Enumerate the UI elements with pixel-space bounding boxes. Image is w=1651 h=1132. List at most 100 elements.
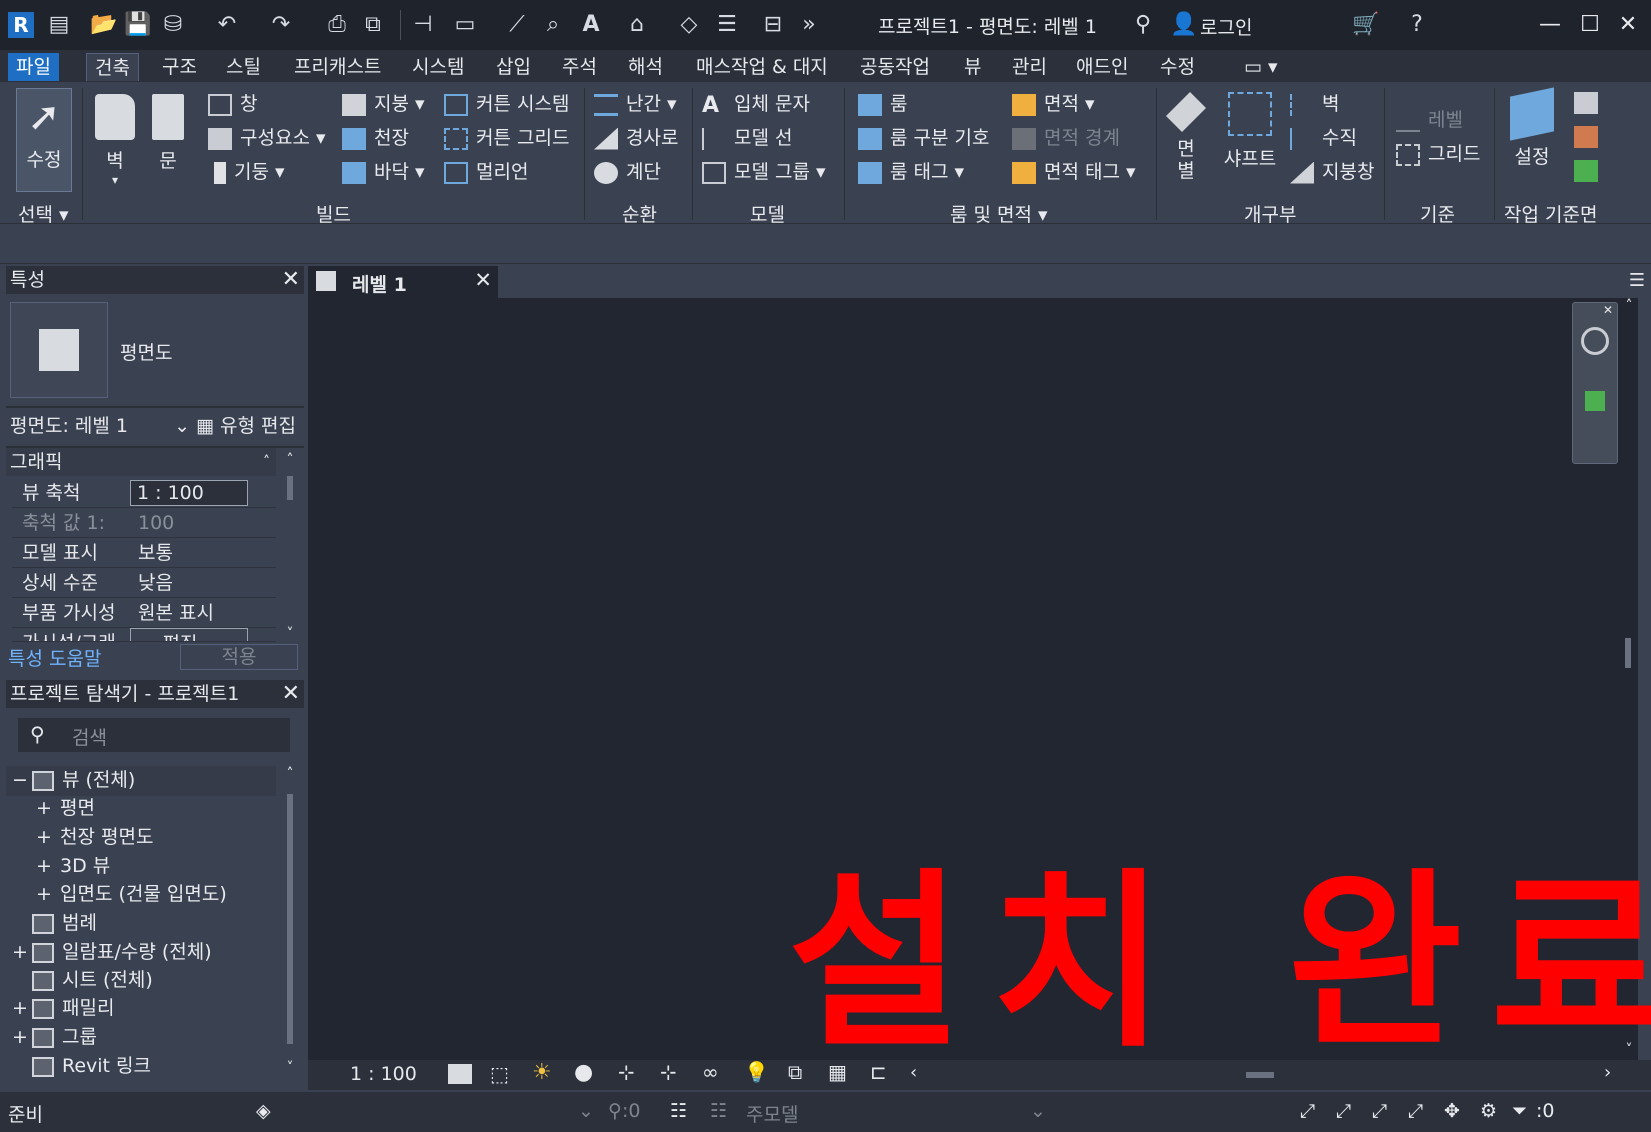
binoculars-icon[interactable]: ⚲ xyxy=(1130,12,1156,38)
tab-collaborate[interactable]: 공동작업 xyxy=(852,53,938,81)
highlight-displacement-icon[interactable]: ⊏ xyxy=(870,1060,887,1084)
section-icon[interactable]: ◇ xyxy=(676,12,702,38)
prop-value[interactable]: 1 : 100 xyxy=(130,480,248,506)
drawing-canvas[interactable]: 설치 완료 ✕ ˄ ˅ xyxy=(308,298,1651,1073)
wall-opening-tool[interactable]: 벽 xyxy=(1290,92,1339,116)
visual-style-icon[interactable]: ⬚ xyxy=(490,1062,509,1086)
text-icon[interactable]: A xyxy=(578,12,604,38)
curtain-system-tool[interactable]: 커튼 시스템 xyxy=(444,92,569,116)
prop-row[interactable]: 모델 표시 보통 xyxy=(12,538,276,568)
ramp-tool[interactable]: 경사로 xyxy=(594,126,678,150)
prop-row[interactable]: 뷰 축척 1 : 100 xyxy=(12,478,276,508)
ref-plane-icon[interactable] xyxy=(1574,126,1598,148)
tab-menu-icon[interactable]: ☰ xyxy=(1629,270,1645,291)
tab-file[interactable]: 파일 xyxy=(8,53,59,81)
tree-toggle[interactable]: + xyxy=(36,823,60,851)
select-links-icon[interactable]: ⤢ xyxy=(1300,1100,1315,1122)
steering-wheel-icon[interactable] xyxy=(1581,327,1609,355)
detail-level-icon[interactable] xyxy=(448,1064,472,1084)
select-underlay-icon[interactable]: ⤢ xyxy=(1336,1100,1351,1122)
component-tool[interactable]: 구성요소 ▾ xyxy=(208,126,326,150)
show-crop-icon[interactable]: ⊹ xyxy=(660,1060,677,1084)
railing-tool[interactable]: 난간 ▾ xyxy=(594,92,677,116)
tree-toggle[interactable]: + xyxy=(12,1023,32,1051)
by-face-button[interactable]: 면 별 xyxy=(1164,88,1208,182)
shadows-icon[interactable]: ● xyxy=(574,1060,593,1085)
scroll-left-icon[interactable]: ‹ xyxy=(910,1062,917,1083)
tree-item-elevations[interactable]: + 입면도 (건물 입면도) xyxy=(36,880,227,908)
model-text-tool[interactable]: A 입체 문자 xyxy=(702,92,810,117)
tab-view[interactable]: 뷰 xyxy=(956,53,989,81)
room-separator-tool[interactable]: 룸 구분 기호 xyxy=(858,126,989,150)
cart-icon[interactable]: 🛒 xyxy=(1352,12,1379,38)
view-type-selector[interactable]: 평면도: 레벨 1 ⌄ xyxy=(10,412,190,440)
tab-systems[interactable]: 시스템 xyxy=(404,53,472,81)
stair-tool[interactable]: 계단 xyxy=(594,160,661,184)
close-button[interactable]: ✕ xyxy=(1608,8,1648,42)
edit-type-button[interactable]: ▦ 유형 편집 xyxy=(196,412,296,440)
redo-icon[interactable]: ↷ xyxy=(268,12,294,38)
vertical-scrollbar[interactable]: ˄ ˅ xyxy=(1620,298,1638,1060)
graphics-group-header[interactable]: 그래픽 ˄ xyxy=(6,448,276,476)
tab-insert[interactable]: 삽입 xyxy=(488,53,539,81)
export-icon[interactable]: ⧉ xyxy=(360,12,386,38)
tree-item-ceiling-plans[interactable]: + 천장 평면도 xyxy=(36,823,153,851)
home-icon[interactable]: ▤ xyxy=(46,12,72,38)
temp-hide-icon[interactable]: ∞ xyxy=(702,1060,719,1084)
open-icon[interactable]: 📂 xyxy=(90,12,117,38)
prop-row[interactable]: 상세 수준 낮음 xyxy=(12,568,276,598)
options-icon[interactable]: ☷ xyxy=(710,1100,727,1122)
tree-item-schedules[interactable]: + 일람표/수량 (전체) xyxy=(12,938,212,966)
door-button[interactable]: 문 xyxy=(148,88,188,173)
prop-value[interactable]: 보통 xyxy=(138,538,173,568)
close-icon[interactable]: ✕ xyxy=(282,680,300,708)
tab-structure[interactable]: 구조 xyxy=(154,53,205,81)
login-label[interactable]: 로그인 xyxy=(1200,13,1252,40)
tree-item-floor-plans[interactable]: + 평면 xyxy=(36,794,95,822)
close-icon[interactable]: ✕ xyxy=(474,268,492,292)
model-line-tool[interactable]: 모델 선 xyxy=(702,126,792,150)
scroll-right-icon[interactable]: › xyxy=(1604,1062,1611,1083)
dimension-icon[interactable]: ▭ xyxy=(452,12,478,38)
tab-analyze[interactable]: 해석 xyxy=(620,53,671,81)
tree-item-legends[interactable]: 범례 xyxy=(12,909,97,937)
ribbon-toggle-icon[interactable]: ▭ ▾ xyxy=(1236,53,1286,81)
tab-massing[interactable]: 매스작업 & 대지 xyxy=(688,53,836,81)
sun-path-icon[interactable]: ☀ xyxy=(532,1060,552,1085)
tree-item-3d-views[interactable]: +3D 뷰 xyxy=(36,852,110,880)
floor-tool[interactable]: 바닥 ▾ xyxy=(342,160,425,184)
properties-scrollbar[interactable]: ˄ ˅ xyxy=(282,452,298,642)
ceiling-tool[interactable]: 천장 xyxy=(342,126,409,150)
room-tag-tool[interactable]: 룸 태그 ▾ xyxy=(858,160,964,184)
minimize-button[interactable]: — xyxy=(1530,8,1570,42)
tree-item-revit-links[interactable]: Revit 링크 xyxy=(12,1052,151,1078)
analytical-model-icon[interactable]: ▦ xyxy=(828,1060,847,1084)
browser-search-input[interactable]: ⚲ 검색 xyxy=(18,718,290,752)
zoom-icon[interactable] xyxy=(1585,391,1605,411)
background-process-icon[interactable]: ⚙ xyxy=(1480,1100,1497,1122)
prop-row[interactable]: 가시성/그래 편집... xyxy=(12,628,276,642)
curtain-grid-tool[interactable]: 커튼 그리드 xyxy=(444,126,569,150)
model-group-tool[interactable]: 모델 그룹 ▾ xyxy=(702,160,826,184)
select-pinned-icon[interactable]: ⤢ xyxy=(1372,1100,1387,1122)
tab-architecture[interactable]: 건축 xyxy=(86,53,139,81)
user-icon[interactable]: 👤 xyxy=(1170,12,1197,38)
column-tool[interactable]: 기둥 ▾ xyxy=(208,160,285,184)
room-tool[interactable]: 룸 xyxy=(858,92,907,116)
worksharing-icon[interactable]: ⧉ xyxy=(788,1060,802,1084)
tree-toggle[interactable]: + xyxy=(36,794,60,822)
prop-value[interactable]: 원본 표시 xyxy=(138,598,214,628)
measure-icon[interactable]: ⊣ xyxy=(410,12,436,38)
tree-item-families[interactable]: + 패밀리 xyxy=(12,994,114,1022)
worksets-icon[interactable]: ◈ xyxy=(256,1100,271,1122)
main-model-label[interactable]: 주모델 xyxy=(746,1100,798,1127)
mullion-tool[interactable]: 멀리언 xyxy=(444,160,528,184)
set-workplane-button[interactable]: 설정 xyxy=(1504,87,1560,169)
chevron-down-icon[interactable]: ⌄ xyxy=(578,1100,594,1122)
view-scale[interactable]: 1 : 100 xyxy=(350,1063,417,1085)
area-tag-tool[interactable]: 면적 태그 ▾ xyxy=(1012,160,1136,184)
select-by-face-icon[interactable]: ⤢ xyxy=(1408,1100,1423,1122)
prop-value[interactable]: 낮음 xyxy=(138,568,173,598)
more-icon[interactable]: » xyxy=(796,12,822,38)
align-icon[interactable]: ⟋ xyxy=(504,12,530,38)
